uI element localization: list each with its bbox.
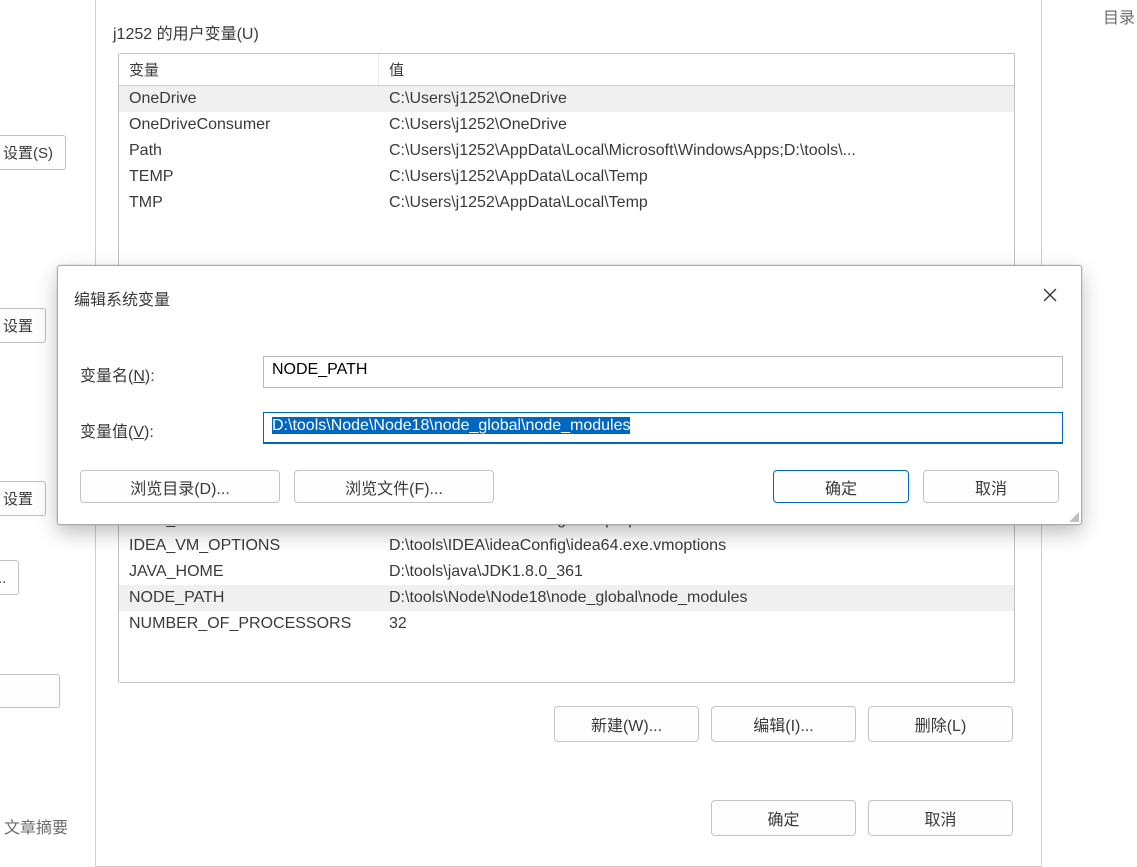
var-name-cell: OneDrive [119, 88, 379, 110]
var-value-cell: C:\Users\j1252\AppData\Local\Temp [379, 166, 1014, 188]
edit-button[interactable]: 编辑(I)... [711, 706, 856, 742]
table-row[interactable]: JAVA_HOMED:\tools\java\JDK1.8.0_361 [119, 559, 1014, 585]
dialog-cancel-button[interactable]: 取消 [923, 470, 1059, 503]
dialog-left-buttons: 浏览目录(D)... 浏览文件(F)... [80, 470, 494, 503]
var-value-label: 变量值(V): [80, 418, 154, 442]
table-row[interactable]: OneDriveC:\Users\j1252\OneDrive [119, 86, 1014, 112]
var-value-cell: C:\Users\j1252\AppData\Local\Temp [379, 192, 1014, 214]
dialog-ok-button[interactable]: 确定 [773, 470, 909, 503]
edit-sys-var-dialog: 编辑系统变量 变量名(N): NODE_PATH 变量值(V): D:\tool… [57, 265, 1082, 525]
toc-label: 目录 [1103, 4, 1135, 28]
footer-buttons-row: 确定 取消 [711, 800, 1013, 836]
bg-env-var-tab[interactable]: 境变量(N)... [0, 560, 19, 595]
var-value-cell: D:\tools\java\JDK1.8.0_361 [379, 561, 1014, 583]
table-row[interactable]: PathC:\Users\j1252\AppData\Local\Microso… [119, 138, 1014, 164]
col-header-val[interactable]: 值 [379, 54, 1014, 85]
var-value-input[interactable]: D:\tools\Node\Node18\node_global\node_mo… [263, 412, 1063, 444]
table-row[interactable]: TEMPC:\Users\j1252\AppData\Local\Temp [119, 164, 1014, 190]
bg-settings-tab-1[interactable]: 设置(S) [0, 135, 66, 170]
var-value-cell: D:\tools\IDEA\ideaConfig\idea64.exe.vmop… [379, 535, 1014, 557]
close-icon[interactable] [1039, 284, 1061, 306]
bg-settings-tab-2[interactable]: 设置 [0, 308, 46, 343]
table-row[interactable]: NUMBER_OF_PROCESSORS32 [119, 611, 1014, 637]
dialog-title: 编辑系统变量 [74, 286, 170, 310]
delete-button[interactable]: 删除(L) [868, 706, 1013, 742]
browse-file-button[interactable]: 浏览文件(F)... [294, 470, 494, 503]
var-name-cell: IDEA_VM_OPTIONS [119, 535, 379, 557]
var-name-cell: JAVA_HOME [119, 561, 379, 583]
table-row[interactable]: IDEA_VM_OPTIONSD:\tools\IDEA\ideaConfig\… [119, 533, 1014, 559]
table-header: 变量 值 [119, 54, 1014, 86]
bg-partial-button[interactable] [0, 674, 60, 708]
article-summary-label: 文章摘要 [4, 814, 68, 838]
var-value-cell: C:\Users\j1252\AppData\Local\Microsoft\W… [379, 140, 1014, 162]
bg-settings-tab-3[interactable]: 设置 [0, 481, 46, 516]
var-name-input[interactable]: NODE_PATH [263, 356, 1063, 388]
var-value-cell: C:\Users\j1252\OneDrive [379, 88, 1014, 110]
table-row[interactable]: NODE_PATHD:\tools\Node\Node18\node_globa… [119, 585, 1014, 611]
ok-button[interactable]: 确定 [711, 800, 856, 836]
dialog-right-buttons: 确定 取消 [773, 470, 1059, 503]
user-vars-table[interactable]: 变量 值 OneDriveC:\Users\j1252\OneDriveOneD… [118, 53, 1015, 281]
var-name-cell: NODE_PATH [119, 587, 379, 609]
var-name-label: 变量名(N): [80, 362, 155, 386]
var-name-cell: TEMP [119, 166, 379, 188]
var-value-cell: D:\tools\Node\Node18\node_global\node_mo… [379, 587, 1014, 609]
var-name-cell: TMP [119, 192, 379, 214]
col-header-var[interactable]: 变量 [119, 54, 379, 85]
user-vars-title: j1252 的用户变量(U) [113, 20, 259, 44]
browse-dir-button[interactable]: 浏览目录(D)... [80, 470, 280, 503]
table-row[interactable]: OneDriveConsumerC:\Users\j1252\OneDrive [119, 112, 1014, 138]
var-value-cell: C:\Users\j1252\OneDrive [379, 114, 1014, 136]
cancel-button[interactable]: 取消 [868, 800, 1013, 836]
table-row[interactable]: TMPC:\Users\j1252\AppData\Local\Temp [119, 190, 1014, 216]
new-button[interactable]: 新建(W)... [554, 706, 699, 742]
resize-grip-icon[interactable] [1067, 510, 1079, 522]
var-name-cell: NUMBER_OF_PROCESSORS [119, 613, 379, 635]
var-value-cell: 32 [379, 613, 1014, 635]
var-name-cell: Path [119, 140, 379, 162]
var-name-cell: OneDriveConsumer [119, 114, 379, 136]
sys-buttons-row: 新建(W)... 编辑(I)... 删除(L) [554, 706, 1013, 742]
